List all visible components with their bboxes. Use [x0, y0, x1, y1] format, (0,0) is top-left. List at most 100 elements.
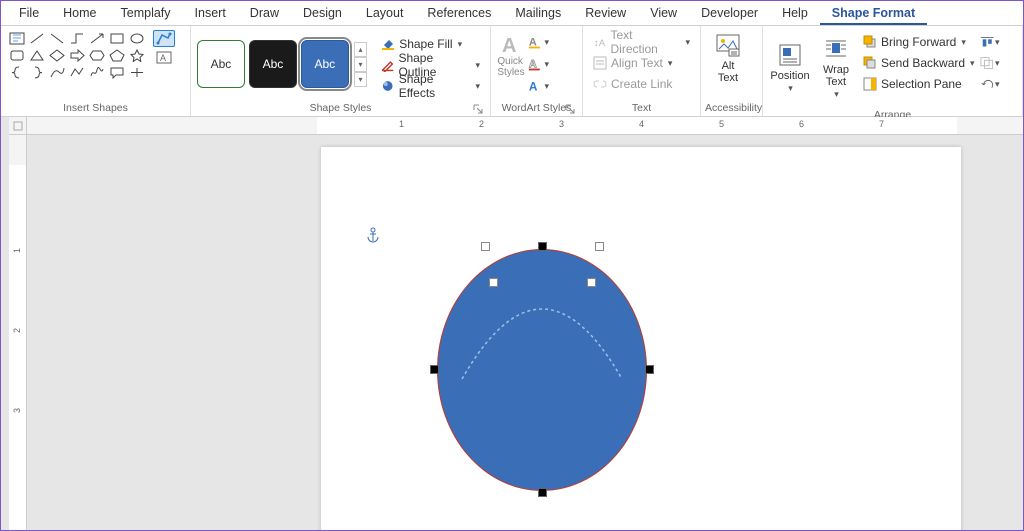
edit-vertex[interactable] [645, 365, 654, 374]
quick-styles-button[interactable]: A Quick Styles [497, 32, 525, 78]
tab-review[interactable]: Review [573, 1, 638, 25]
tab-insert[interactable]: Insert [183, 1, 238, 25]
shape-style-1[interactable]: Abc [197, 40, 245, 88]
shape-ellipse[interactable] [437, 249, 647, 491]
tab-shape-format[interactable]: Shape Format [820, 1, 927, 25]
shape-triangle-icon[interactable] [27, 47, 47, 64]
text-outline-button[interactable]: A▾ [527, 54, 549, 74]
shape-line2-icon[interactable] [47, 30, 67, 47]
edit-vertex[interactable] [538, 488, 547, 497]
shape-diamond-icon[interactable] [47, 47, 67, 64]
group-label-shape-styles: Shape Styles [195, 101, 486, 116]
shapes-gallery[interactable] [5, 28, 149, 83]
position-label: Position [770, 70, 809, 82]
shape-star-icon[interactable] [127, 47, 147, 64]
bring-forward-button[interactable]: Bring Forward ▾ [861, 32, 977, 52]
edit-handle[interactable] [595, 242, 604, 251]
dialog-launcher-icon[interactable] [472, 103, 484, 115]
shape-roundrect-icon[interactable] [7, 47, 27, 64]
wrap-text-button[interactable]: Wrap Text ▾ [813, 32, 859, 104]
shape-textbox-icon[interactable] [7, 30, 27, 47]
edit-vertex[interactable] [430, 365, 439, 374]
shape-callout-icon[interactable] [107, 64, 127, 81]
shape-right-arrow-icon[interactable] [67, 47, 87, 64]
edit-handle[interactable] [489, 278, 498, 287]
tab-draw[interactable]: Draw [238, 1, 291, 25]
shape-lbrace-icon[interactable] [7, 64, 27, 81]
send-backward-label: Send Backward [881, 56, 965, 70]
position-button[interactable]: Position ▾ [767, 32, 813, 104]
shape-curve-icon[interactable] [47, 64, 67, 81]
chevron-down-icon: ▾ [544, 81, 549, 92]
tab-mailings[interactable]: Mailings [503, 1, 573, 25]
shape-connector-icon[interactable] [67, 30, 87, 47]
align-text-button[interactable]: Align Text▾ [589, 53, 694, 73]
chevron-up-icon[interactable]: ▴ [354, 42, 367, 57]
group-label-text: WordArt Styles [502, 102, 572, 114]
group-button[interactable]: ▾ [980, 53, 1000, 73]
document-workspace[interactable]: 1 2 3 4 5 6 7 1 2 3 [1, 117, 1023, 530]
ruler-mark: 6 [799, 119, 804, 129]
tab-design[interactable]: Design [291, 1, 354, 25]
shape-effects-button[interactable]: Shape Effects▾ [377, 76, 484, 96]
pen-outline-icon [381, 58, 394, 72]
tab-home[interactable]: Home [51, 1, 108, 25]
shape-ellipse-icon[interactable] [127, 30, 147, 47]
text-direction-icon: ↕A [593, 35, 606, 49]
position-icon [777, 42, 803, 68]
chevron-down-icon: ▾ [788, 84, 793, 94]
horizontal-ruler[interactable]: 1 2 3 4 5 6 7 [27, 117, 1023, 135]
more-styles-icon[interactable]: ▾ [354, 72, 367, 87]
shape-rbrace-icon[interactable] [27, 64, 47, 81]
shape-freeform-icon[interactable] [67, 64, 87, 81]
shape-more-icon[interactable] [127, 64, 147, 81]
text-effects-button[interactable]: A▾ [527, 76, 549, 96]
edit-shape-button[interactable] [153, 30, 175, 47]
text-fill-button[interactable]: A▾ [527, 32, 549, 52]
vertical-ruler[interactable]: 1 2 3 [9, 135, 27, 530]
selected-shape[interactable] [433, 245, 651, 495]
shape-style-2[interactable]: Abc [249, 40, 297, 88]
ruler-mark: 3 [12, 408, 22, 413]
tab-templafy[interactable]: Templafy [109, 1, 183, 25]
bring-forward-label: Bring Forward [881, 35, 956, 49]
edit-handle[interactable] [587, 278, 596, 287]
chevron-down-icon: ▾ [544, 59, 549, 70]
shape-style-spinner[interactable]: ▴ ▾ ▾ [354, 42, 367, 87]
alt-text-button[interactable]: Alt Text [705, 28, 751, 88]
tab-file[interactable]: File [7, 1, 51, 25]
tab-view[interactable]: View [638, 1, 689, 25]
text-direction-button[interactable]: ↕A Text Direction▾ [589, 32, 694, 52]
send-backward-button[interactable]: Send Backward ▾ [861, 53, 977, 73]
group-accessibility: Alt Text Accessibility [701, 26, 763, 116]
edit-vertex[interactable] [538, 242, 547, 251]
tab-developer[interactable]: Developer [689, 1, 770, 25]
paint-bucket-icon [381, 37, 395, 51]
chevron-down-icon: ▾ [995, 58, 1000, 69]
shape-pentagon-icon[interactable] [107, 47, 127, 64]
chevron-down-icon: ▾ [475, 60, 480, 71]
group-shape-styles: Abc Abc Abc ▴ ▾ ▾ Shape Fill ▾ [191, 26, 491, 116]
shape-style-3[interactable]: Abc [301, 40, 349, 88]
group-label-wordart: WordArt Styles [495, 101, 578, 116]
shape-rect-icon[interactable] [107, 30, 127, 47]
rotate-button[interactable]: ▾ [980, 74, 1000, 94]
align-button[interactable]: ▾ [980, 32, 1000, 52]
send-backward-icon [863, 56, 877, 70]
edit-handle[interactable] [481, 242, 490, 251]
chevron-down-icon: ▾ [685, 37, 690, 48]
shape-line-icon[interactable] [27, 30, 47, 47]
group-text: ↕A Text Direction▾ Align Text▾ Create Li… [583, 26, 701, 116]
tab-help[interactable]: Help [770, 1, 820, 25]
shape-hexagon-icon[interactable] [87, 47, 107, 64]
shape-fill-label: Shape Fill [399, 37, 452, 51]
dialog-launcher-icon[interactable] [564, 103, 576, 115]
text-box-button[interactable]: A [153, 49, 175, 66]
chevron-down-icon[interactable]: ▾ [354, 57, 367, 72]
selection-pane-button[interactable]: Selection Pane [861, 74, 977, 94]
tab-references[interactable]: References [415, 1, 503, 25]
group-label-text: Shape Styles [310, 102, 372, 114]
tab-layout[interactable]: Layout [354, 1, 416, 25]
shape-scribble-icon[interactable] [87, 64, 107, 81]
shape-arrow-icon[interactable] [87, 30, 107, 47]
